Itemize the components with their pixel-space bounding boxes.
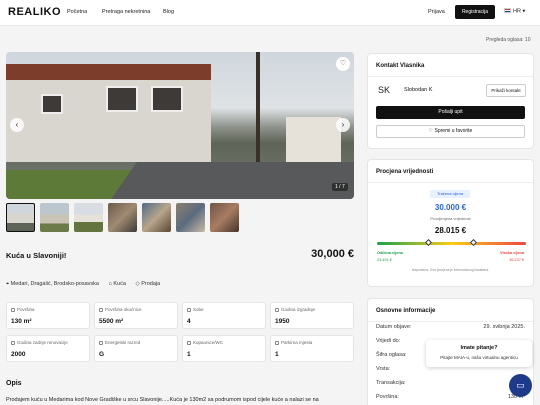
chat-popup[interactable]: Imate pitanje? Pitajte MAIA-u, našu virt… [426,340,532,367]
nav-search[interactable]: Pretraga nekretnina [102,9,150,15]
stat-renovation-year: Godina zadnje renovacije 2000 [6,335,90,362]
stat-label: Godina zadnje renovacije [17,340,68,345]
bath-icon [187,340,191,345]
language-code: HR [513,8,521,15]
stat-label: Godina izgradnje [281,307,316,312]
photo-road [94,162,354,199]
calendar-icon [275,307,279,312]
location-pin-icon: ⌖ [6,281,10,287]
low-price-value: 23.491 € [377,258,392,262]
owner-avatar: SK [378,85,391,95]
register-button[interactable]: Registracija [455,5,495,19]
calendar-icon [11,340,15,345]
description-text: Prodajem kuću u Medarima kod Nove Gradiš… [6,397,319,403]
energy-icon [99,340,103,345]
show-contact-button[interactable]: Prikaži kontakt [486,84,526,97]
save-favorite-label: Spremi u favorite [434,128,473,134]
stat-rooms: Sobe 4 [182,302,266,329]
stat-label: Energetski razred [105,340,141,345]
stat-value: 1 [275,351,279,358]
contact-heading: Kontakt Vlasnika [376,63,425,69]
photo-neighbor-house [286,117,341,162]
estimated-value-label: Procijenjena vrijednost [430,216,471,221]
prev-photo-icon[interactable]: ‹ [10,118,24,132]
stat-label: Sobe [193,307,204,312]
stat-label: Parkirna mjesta [281,340,313,345]
property-type: Kuća [113,281,126,287]
main-photo[interactable]: ♡ ‹ › 1 / 7 [6,52,354,199]
stat-value: 4 [187,318,191,325]
high-price-value: 36.237 € [509,258,524,262]
valuation-heading: Procjena vrijednosti [376,169,434,175]
listing-meta: ⌖ Medari, Dragalić, Brodsko-posavska ⌂ K… [6,281,168,288]
croatia-flag-icon [504,8,511,13]
nav-home[interactable]: Početna [67,9,87,15]
thumbnail-7[interactable] [210,203,239,232]
valuation-card: Procjena vrijednosti Tražena cijena 30.0… [367,159,534,287]
valuation-note: Napomena: Ova procjena je informativnog … [411,268,490,272]
listing-price: 30,000 € [311,248,354,260]
stat-value: 2000 [11,351,26,358]
stat-bathrooms: Kupaonice/WC 1 [182,335,266,362]
thumbnail-2[interactable] [40,203,69,232]
tag-icon: ◇ [135,281,140,287]
nav-blog[interactable]: Blog [163,9,174,15]
thumbnail-3[interactable] [74,203,103,232]
login-link[interactable]: Prijava [428,9,445,15]
stat-energy-class: Energetski razred G [94,335,178,362]
asked-price-value: 30.000 € [434,203,467,212]
car-icon [275,340,279,345]
language-selector[interactable]: HR ▾ [504,8,525,15]
chat-subtitle: Pitajte MAIA-u, našu virtualnu agenticu [440,355,518,360]
house-icon: ⌂ [108,281,112,287]
thumbnail-1[interactable] [6,203,35,232]
view-count: Pregleda oglasa: 10 [486,37,531,43]
stat-value: G [99,351,105,358]
site-logo[interactable]: REALIKO [8,6,61,18]
door-icon [187,307,191,312]
description-heading: Opis [6,380,22,387]
low-price-label: Odlična cijena [377,251,403,255]
info-heading: Osnovne informacije [376,308,436,314]
save-favorite-button[interactable]: ♡ Spremi u favorite [376,125,525,138]
stat-value: 130 m² [11,318,32,325]
next-photo-icon[interactable]: › [336,118,350,132]
stat-value: 1 [187,351,191,358]
photo-counter: 1 / 7 [332,183,348,191]
listing-title: Kuća u Slavoniji! [6,251,67,260]
photo-tree [238,52,278,172]
stat-label: Površina [17,307,35,312]
thumbnail-6[interactable] [176,203,205,232]
high-price-label: Visoka cijena [500,251,524,255]
send-inquiry-button[interactable]: Pošalji upit [376,106,525,119]
owner-name: Slobodan K [404,87,433,93]
contact-card: Kontakt Vlasnika SK Slobodan K Prikaži k… [367,53,534,149]
top-header: REALIKO Početna Pretraga nekretnina Blog… [0,0,540,26]
stat-label: Površina okućnice [105,307,142,312]
stat-parking: Parkirna mjesta 1 [270,335,354,362]
area-icon [11,307,15,312]
stat-area: Površina 130 m² [6,302,90,329]
stat-lot-area: Površina okućnice 5500 m² [94,302,178,329]
thumbnail-5[interactable] [142,203,171,232]
price-gauge [377,242,526,245]
asked-price-label: Tražena cijena [430,190,470,198]
stat-label: Kupaonice/WC [193,340,224,345]
stat-value: 1950 [275,318,290,325]
stat-year-built: Godina izgradnje 1950 [270,302,354,329]
photo-house [6,64,211,162]
location-text: Medari, Dragalić, Brodsko-posavska [10,281,99,287]
heart-icon: ♡ [428,128,434,134]
stat-value: 5500 m² [99,318,124,325]
thumbnail-4[interactable] [108,203,137,232]
chat-bubble-icon[interactable]: ▭ [509,374,532,397]
lot-icon [99,307,103,312]
transaction-type: Prodaja [141,281,161,287]
estimated-value: 28.015 € [434,226,467,235]
chat-title: Imate pitanje? [460,345,498,351]
favorite-heart-icon[interactable]: ♡ [336,57,350,71]
